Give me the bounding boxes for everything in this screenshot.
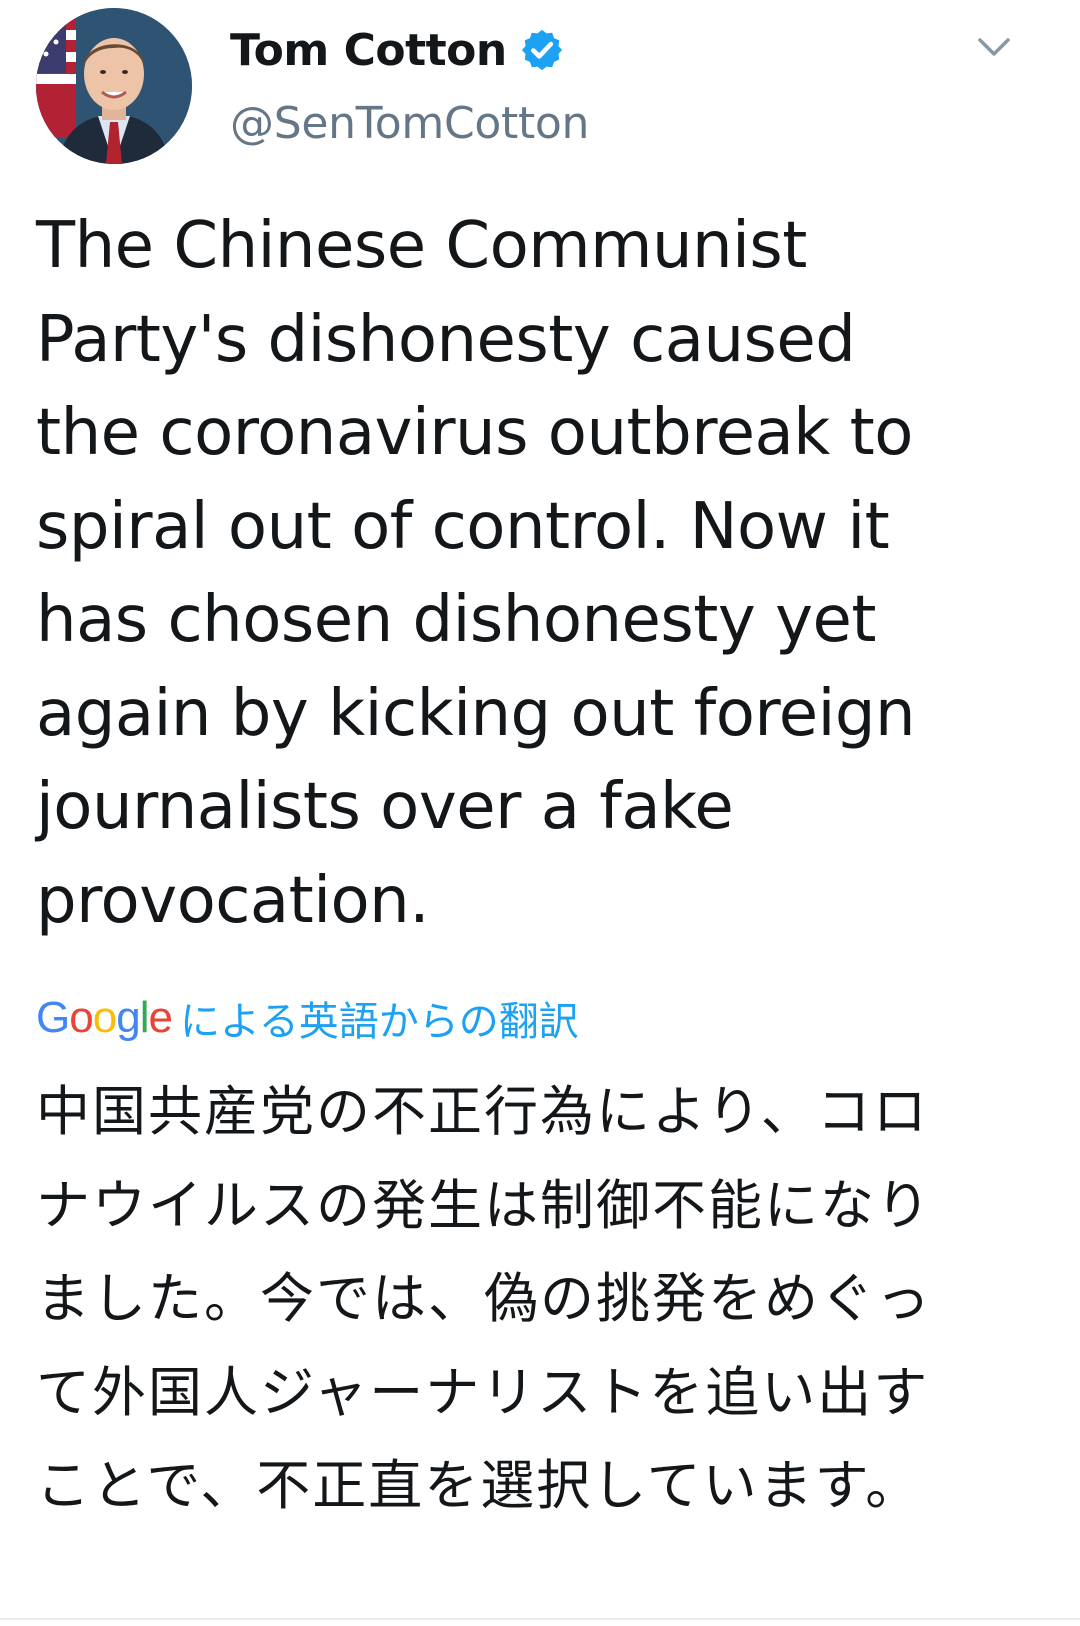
google-logo-icon: Google <box>36 993 173 1042</box>
chevron-down-icon[interactable] <box>974 32 1014 62</box>
divider <box>0 1618 1080 1620</box>
profile-photo-icon <box>36 8 192 164</box>
translation-attribution[interactable]: Google による英語からの翻訳 <box>36 990 579 1046</box>
author-name-row[interactable]: Tom Cotton <box>230 18 565 82</box>
tweet-card: Tom Cotton @SenTomCotton The Chinese Com… <box>0 0 1080 1626</box>
translation-label[interactable]: による英語からの翻訳 <box>180 989 579 1047</box>
translated-tweet-text: 中国共産党の不正行為により、コロ ナウイルスの発生は制御不能になり ました。今で… <box>36 1080 932 1517</box>
tweet-text: The Chinese Communist Party's dishonesty… <box>36 209 916 938</box>
avatar[interactable] <box>36 8 192 164</box>
author-handle[interactable]: @SenTomCotton <box>230 98 589 149</box>
verified-badge-icon <box>519 27 565 73</box>
author-display-name[interactable]: Tom Cotton <box>230 25 507 76</box>
